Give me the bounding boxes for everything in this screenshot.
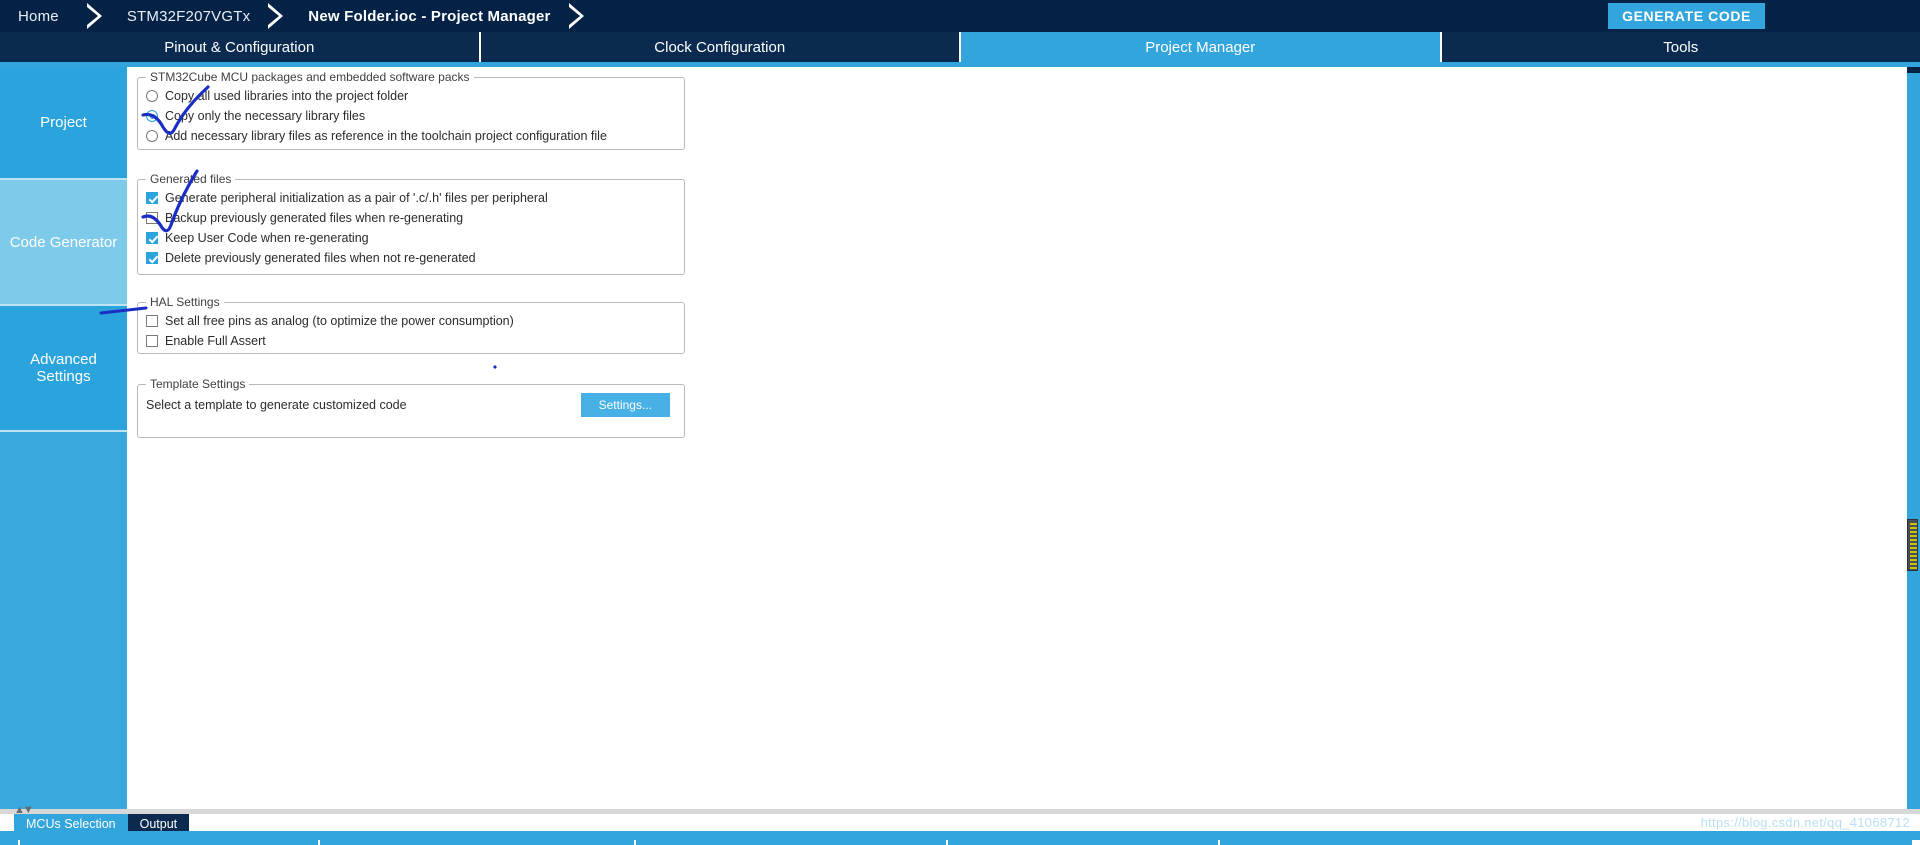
- template-description: Select a template to generate customized…: [146, 398, 407, 412]
- checkbox-icon-checked: [146, 252, 158, 264]
- grid-cell: [636, 840, 948, 845]
- option-label: Backup previously generated files when r…: [165, 211, 464, 225]
- grid-cell: [20, 840, 320, 845]
- breadcrumb-item-mcu[interactable]: STM32F207VGTx: [111, 8, 266, 25]
- generate-code-button[interactable]: GENERATE CODE: [1608, 3, 1765, 29]
- group-mcu-packages: STM32Cube MCU packages and embedded soft…: [137, 70, 685, 150]
- checkbox-icon: [146, 212, 158, 224]
- radio-icon-selected: [146, 110, 158, 122]
- sidebar-item-code-generator[interactable]: Code Generator: [0, 180, 127, 306]
- tab-tools[interactable]: Tools: [1441, 32, 1920, 62]
- option-label: Add necessary library files as reference…: [165, 129, 607, 143]
- tab-pinout-configuration[interactable]: Pinout & Configuration: [0, 32, 481, 62]
- checkbox-icon-checked: [146, 232, 158, 244]
- tab-project-manager[interactable]: Project Manager: [961, 32, 1442, 62]
- chevron-right-icon: [266, 0, 292, 32]
- group-hal-settings-title: HAL Settings: [146, 295, 224, 309]
- option-label: Delete previously generated files when n…: [165, 251, 476, 265]
- option-label: Copy all used libraries into the project…: [165, 89, 409, 103]
- sidebar-item-advanced-settings[interactable]: Advanced Settings: [0, 306, 127, 432]
- checkbox-icon: [146, 335, 158, 347]
- body-area: Project Code Generator Advanced Settings…: [0, 67, 1920, 809]
- breadcrumb-item-current: New Folder.ioc - Project Manager: [308, 7, 551, 25]
- splitter-arrows-icon[interactable]: ▲▼: [14, 805, 34, 816]
- chip-pins: [1910, 523, 1917, 569]
- grid-cell: [320, 840, 636, 845]
- chevron-right-icon: [567, 0, 593, 32]
- grid-cell: [948, 840, 1220, 845]
- chevron-right-icon: [85, 0, 111, 32]
- radio-copy-all-used-libraries[interactable]: Copy all used libraries into the project…: [138, 86, 684, 106]
- option-label: Keep User Code when re-generating: [165, 231, 369, 245]
- tab-clock-configuration[interactable]: Clock Configuration: [480, 32, 961, 62]
- sidebar-item-project[interactable]: Project: [0, 67, 127, 180]
- checkbox-set-free-pins-analog[interactable]: Set all free pins as analog (to optimize…: [138, 311, 684, 331]
- panel-splitter[interactable]: ▲▼: [0, 805, 1920, 816]
- top-breadcrumb-bar: Home STM32F207VGTx New Folder.ioc - Proj…: [0, 0, 1920, 32]
- checkbox-keep-user-code[interactable]: Keep User Code when re-generating: [138, 228, 684, 248]
- main-tab-strip: Pinout & Configuration Clock Configurati…: [0, 32, 1920, 62]
- radio-copy-only-necessary[interactable]: Copy only the necessary library files: [138, 106, 684, 126]
- option-label: Enable Full Assert: [165, 334, 266, 348]
- template-settings-button[interactable]: Settings...: [580, 393, 670, 417]
- option-label: Set all free pins as analog (to optimize…: [165, 314, 514, 328]
- checkbox-generate-peripheral-init[interactable]: Generate peripheral initialization as a …: [138, 188, 684, 208]
- checkbox-enable-full-assert[interactable]: Enable Full Assert: [138, 331, 684, 351]
- bottom-bar: ▲▼ MCUs Selection Output https://blog.cs…: [0, 805, 1920, 845]
- group-mcu-packages-title: STM32Cube MCU packages and embedded soft…: [146, 70, 474, 84]
- group-generated-files: Generated files Generate peripheral init…: [137, 172, 685, 275]
- option-label: Generate peripheral initialization as a …: [165, 191, 548, 205]
- breadcrumb: Home STM32F207VGTx New Folder.ioc - Proj…: [0, 0, 593, 32]
- project-manager-sidebar: Project Code Generator Advanced Settings: [0, 67, 127, 809]
- checkbox-backup-previously-generated[interactable]: Backup previously generated files when r…: [138, 208, 684, 228]
- group-generated-files-title: Generated files: [146, 172, 236, 186]
- group-template-settings-title: Template Settings: [146, 377, 250, 391]
- checkbox-icon-checked: [146, 192, 158, 204]
- sidebar-filler: [0, 432, 127, 809]
- rail-top-cap: [1907, 67, 1920, 73]
- group-template-settings: Template Settings Select a template to g…: [137, 377, 685, 438]
- watermark-text: https://blog.csdn.net/qq_41068712: [1700, 815, 1910, 830]
- option-label: Copy only the necessary library files: [165, 109, 366, 123]
- bottom-accent-strip: [0, 831, 1920, 840]
- right-scroll-rail[interactable]: [1907, 67, 1920, 809]
- code-generator-panel: STM32Cube MCU packages and embedded soft…: [127, 67, 1920, 809]
- grid-cell: [1220, 840, 1914, 845]
- radio-add-as-reference[interactable]: Add necessary library files as reference…: [138, 126, 684, 146]
- grid-cell: [0, 840, 20, 845]
- group-hal-settings: HAL Settings Set all free pins as analog…: [137, 295, 685, 354]
- radio-icon: [146, 90, 158, 102]
- mcu-chip-icon: [1907, 519, 1918, 571]
- checkbox-icon: [146, 315, 158, 327]
- checkbox-delete-previously-generated[interactable]: Delete previously generated files when n…: [138, 248, 684, 268]
- radio-icon: [146, 130, 158, 142]
- bottom-grid-strip: [0, 840, 1920, 845]
- breadcrumb-item-home[interactable]: Home: [0, 8, 85, 25]
